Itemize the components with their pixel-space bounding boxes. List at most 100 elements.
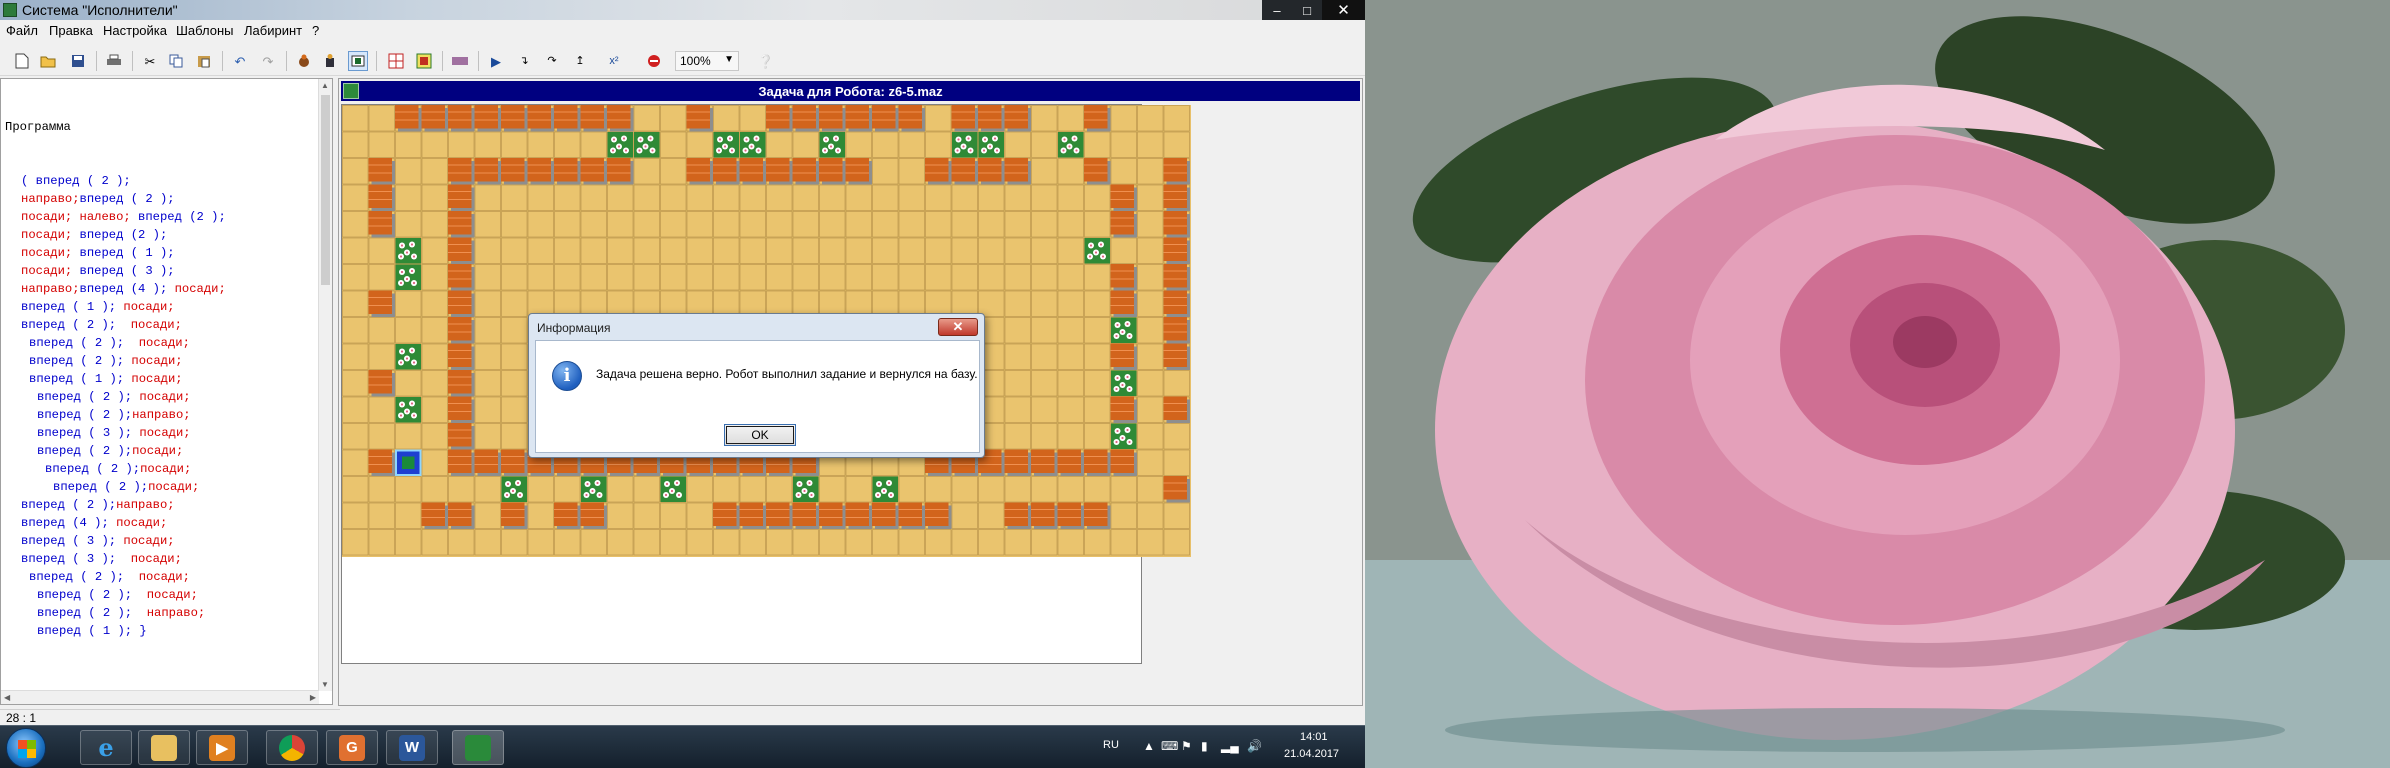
new-file-icon[interactable] [12, 51, 32, 71]
taskbar-robot-app[interactable] [452, 730, 504, 765]
maze-cell [1031, 423, 1058, 450]
planted-flower-cell [660, 476, 686, 502]
taskbar-chrome[interactable] [266, 730, 318, 765]
planted-flower-cell [395, 344, 421, 370]
keyboard-icon[interactable]: ⌨ [1161, 739, 1178, 753]
maze-cell [501, 264, 528, 291]
stop-icon[interactable] [644, 51, 664, 71]
maze-cell [1110, 131, 1137, 158]
taskbar-word[interactable]: W [386, 730, 438, 765]
zoom-select[interactable]: 100% ▼ [675, 51, 739, 71]
print-icon[interactable] [104, 51, 124, 71]
maze-wall [554, 502, 581, 529]
taskbar-explorer[interactable] [138, 730, 190, 765]
code-statement: вперед ( 2 ); [37, 606, 140, 620]
close-button[interactable]: ✕ [1322, 0, 1365, 20]
code-line: вперед ( 2 ); направо; [5, 604, 226, 622]
menu-maze[interactable]: Лабиринт [244, 23, 302, 38]
undo-icon[interactable]: ↶ [230, 51, 250, 71]
menu-templates[interactable]: Шаблоны [176, 23, 234, 38]
code-statement: вперед ( 1 ); [21, 300, 117, 314]
program-editor[interactable]: Программа ( вперед ( 2 ); направо;вперед … [0, 78, 333, 705]
step-out-icon[interactable]: ↥ [570, 51, 590, 71]
volume-icon[interactable]: 🔊 [1247, 739, 1262, 753]
maze-wall [580, 105, 607, 132]
start-button[interactable] [6, 728, 46, 768]
code-command: посади; [123, 318, 182, 332]
ok-button[interactable]: OK [724, 424, 796, 446]
code-command: направо; [21, 282, 80, 296]
network-signal-icon[interactable]: ▂▄ [1221, 739, 1239, 753]
taskbar-ie[interactable]: e [80, 730, 132, 765]
scroll-thumb[interactable] [321, 95, 330, 285]
scroll-right-icon[interactable]: ▶ [310, 693, 316, 702]
step-over-icon[interactable]: ↷ [542, 51, 562, 71]
copy-icon[interactable] [166, 51, 186, 71]
maze-wall [448, 211, 475, 238]
scroll-down-icon[interactable]: ▼ [321, 680, 329, 689]
scroll-left-icon[interactable]: ◀ [4, 693, 10, 702]
maze-wall [845, 502, 872, 529]
program-code[interactable]: Программа ( вперед ( 2 ); направо;вперед … [5, 82, 226, 676]
maze-cell [421, 264, 448, 291]
dialog-close-button[interactable]: ✕ [938, 318, 978, 336]
maze-cell [978, 184, 1005, 211]
planted-flower-cell [581, 476, 607, 502]
maze-cell [819, 529, 846, 556]
redo-icon[interactable]: ↷ [258, 51, 278, 71]
open-folder-icon[interactable] [38, 51, 58, 71]
maze-wall [448, 396, 475, 423]
scroll-up-icon[interactable]: ▲ [321, 81, 329, 90]
taskbar-pdf[interactable]: G [326, 730, 378, 765]
maze-wall [607, 158, 634, 185]
maze-cell [633, 211, 660, 238]
maze-cell [660, 211, 687, 238]
maximize-button[interactable]: □ [1292, 0, 1322, 20]
maze-cell [554, 211, 581, 238]
help-icon[interactable]: ❔ [756, 51, 776, 71]
vertical-scrollbar[interactable]: ▲ ▼ [318, 79, 332, 691]
maze-edit-icon[interactable] [414, 51, 434, 71]
maze-wall [448, 158, 475, 185]
maze-cell [421, 184, 448, 211]
maze-cell [607, 529, 634, 556]
clock-time[interactable]: 14:01 [1300, 731, 1328, 743]
action-center-flag-icon[interactable]: ⚑ [1181, 739, 1192, 753]
paste-icon[interactable] [194, 51, 214, 71]
horizontal-scrollbar[interactable]: ◀ ▶ [1, 690, 319, 704]
reset-icon[interactable]: x² [604, 51, 624, 71]
maze-cell [1084, 211, 1111, 238]
maze-cell [1137, 105, 1164, 132]
menu-settings[interactable]: Настройка [103, 23, 167, 38]
code-statement: вперед ( 2 ); [37, 444, 133, 458]
taskbar-media[interactable]: ▶ [196, 730, 248, 765]
menu-edit[interactable]: Правка [49, 23, 93, 38]
minimize-button[interactable]: – [1262, 0, 1292, 20]
maze-cell [342, 423, 369, 450]
tray-arrow-icon[interactable]: ▲ [1143, 739, 1155, 753]
maze-cell [872, 131, 899, 158]
language-indicator[interactable]: RU [1103, 739, 1119, 751]
robot-executor-icon[interactable] [294, 51, 314, 71]
maze-cell [1137, 184, 1164, 211]
battery-icon[interactable]: ▮ [1201, 739, 1208, 753]
code-line: вперед ( 2 ); посади; [5, 334, 226, 352]
maze-cell [501, 211, 528, 238]
menu-file[interactable]: Файл [6, 23, 38, 38]
save-icon[interactable] [68, 51, 88, 71]
maze-cell [951, 529, 978, 556]
stop-sign-icon[interactable] [450, 51, 470, 71]
cut-icon[interactable]: ✂ [140, 51, 160, 71]
step-into-icon[interactable]: ↴ [514, 51, 534, 71]
clock-date[interactable]: 21.04.2017 [1284, 748, 1339, 760]
code-command: посади; [116, 534, 175, 548]
maze-grid-icon[interactable] [386, 51, 406, 71]
robot-run-icon[interactable] [320, 51, 340, 71]
maze-wall [978, 158, 1005, 185]
robot-task-icon[interactable] [348, 51, 368, 71]
maze-cell [368, 237, 395, 264]
maze-wall [368, 184, 395, 211]
run-icon[interactable]: ▶ [486, 51, 506, 71]
maze-cell [580, 264, 607, 291]
menu-help[interactable]: ? [312, 23, 319, 38]
